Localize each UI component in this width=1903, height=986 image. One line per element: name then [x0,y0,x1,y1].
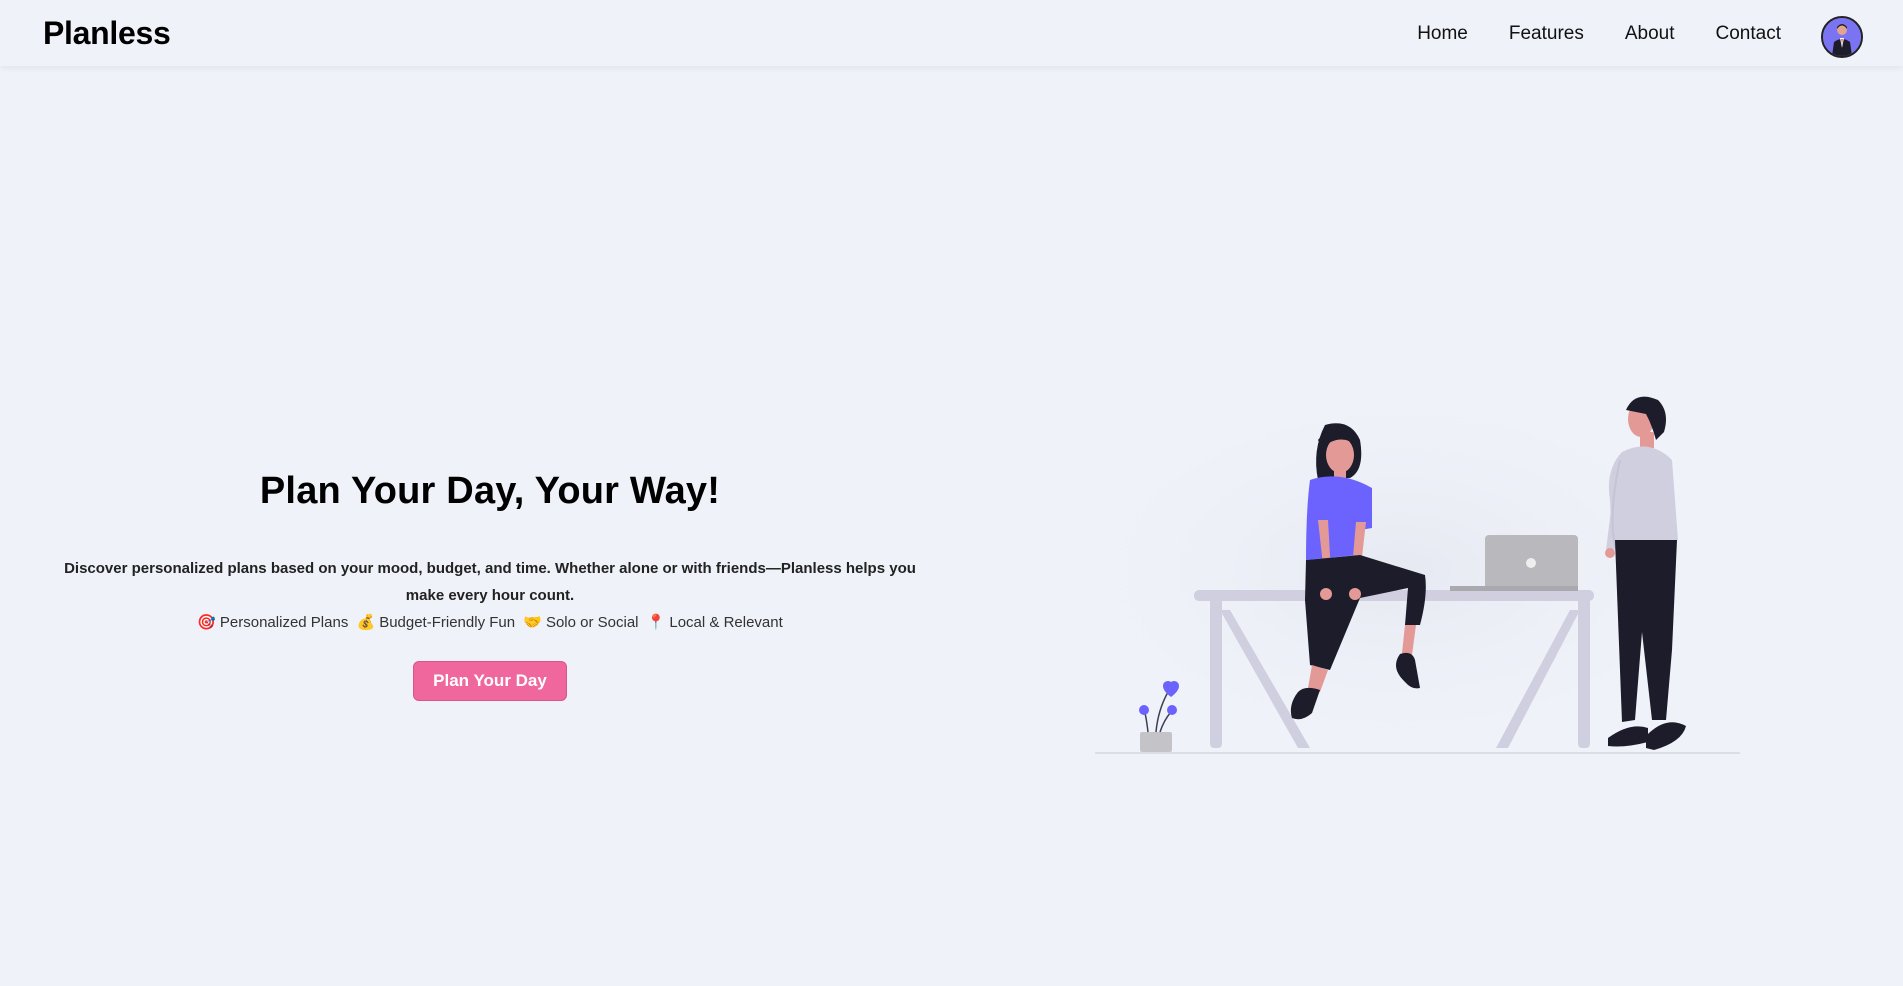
nav-menu: Home Features About Contact [1417,8,1863,58]
hero-description: Discover personalized plans based on you… [64,560,916,604]
feature-local-relevant: 📍 Local & Relevant [647,614,783,631]
nav-link-contact[interactable]: Contact [1716,24,1781,43]
pin-icon: 📍 [646,614,666,631]
hero-section: Plan Your Day, Your Way! Discover person… [40,470,940,701]
money-bag-icon: 💰 [356,614,376,631]
user-avatar-icon [1823,18,1861,56]
feature-label: Solo or Social [545,614,639,631]
feature-budget-friendly: 💰 Budget-Friendly Fun [357,614,520,631]
plan-your-day-button[interactable]: Plan Your Day [413,661,567,701]
hero-illustration [1040,370,1760,770]
feature-label: Budget-Friendly Fun [379,614,516,631]
target-icon: 🎯 [197,614,216,631]
avatar[interactable] [1821,16,1863,58]
feature-solo-or-social: 🤝 Solo or Social [523,614,642,631]
brand-logo[interactable]: Planless [43,15,171,52]
hero-title: Plan Your Day, Your Way! [259,470,721,512]
nav-link-features[interactable]: Features [1509,24,1584,43]
nav-link-home[interactable]: Home [1417,24,1468,43]
feature-label: Personalized Plans [219,614,349,631]
feature-personalized-plans: 🎯 Personalized Plans [197,614,352,631]
navbar: Planless Home Features About Contact [0,0,1903,66]
feature-list: 🎯 Personalized Plans 💰 Budget-Friendly Fun… [40,609,940,636]
nav-link-about[interactable]: About [1625,24,1675,43]
handshake-icon: 🤝 [523,614,542,631]
people-desk-illustration [1040,370,1760,770]
feature-label: Local & Relevant [669,614,783,631]
